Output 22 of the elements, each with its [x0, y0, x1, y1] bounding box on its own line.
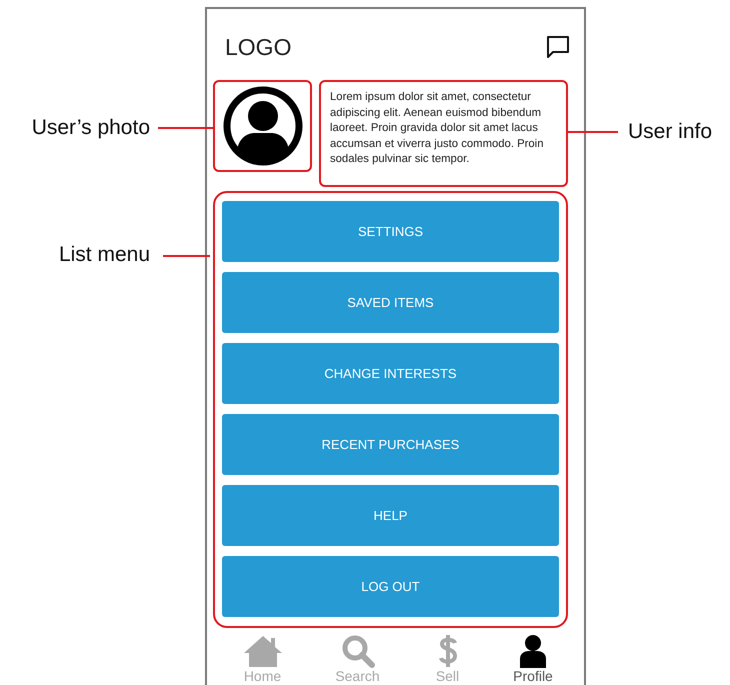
logo: LOGO [225, 34, 292, 60]
menu-button[interactable]: RECENT PURCHASES [222, 414, 559, 475]
annotation-label: User info [628, 120, 712, 144]
home-icon [242, 634, 284, 668]
dollar-icon [436, 634, 458, 668]
annotation-label: User’s photo [32, 116, 150, 140]
leader-line [568, 130, 618, 132]
nav-tab[interactable]: Sell [405, 628, 490, 685]
menu-button[interactable]: SETTINGS [222, 201, 559, 262]
leader-line [163, 255, 210, 257]
menu-button[interactable]: CHANGE INTERESTS [222, 343, 559, 404]
search-icon [340, 634, 374, 668]
person-icon [519, 634, 547, 668]
user-info: Lorem ipsum dolor sit amet, consectetur adipiscing elit. Aenean euismod bibendum laoreet. Proin gravida dolor sit amet lacus accumsan et viverra justo commodo. Proin sodales pulvinar sic tempor. [319, 80, 568, 187]
nav-tab[interactable]: Search [310, 628, 405, 685]
annotation-label: List menu [58, 243, 150, 267]
menu-button[interactable]: SAVED ITEMS [222, 272, 559, 333]
nav-tab[interactable]: Home [215, 628, 310, 685]
chat-icon[interactable] [546, 35, 570, 59]
nav-tab[interactable]: Profile [490, 628, 576, 685]
menu-button[interactable]: LOG OUT [222, 556, 559, 617]
menu-button[interactable]: HELP [222, 485, 559, 546]
